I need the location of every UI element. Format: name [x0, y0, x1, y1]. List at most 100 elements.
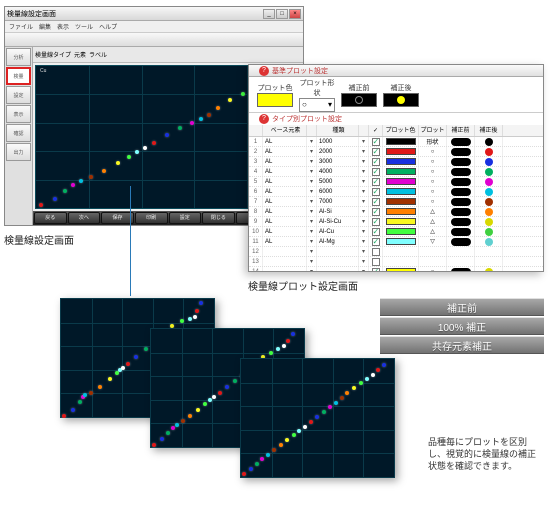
cell-shape[interactable]: △ [419, 217, 447, 226]
chevron-down-icon[interactable]: ▾ [359, 267, 369, 271]
cell-checkbox[interactable] [369, 217, 383, 226]
minimize-button[interactable]: _ [263, 9, 275, 19]
sidebar-item[interactable]: 設定 [6, 86, 31, 104]
chevron-down-icon[interactable]: ▾ [307, 207, 317, 216]
cell-color[interactable] [383, 147, 419, 156]
chevron-down-icon[interactable]: ▾ [307, 147, 317, 156]
maximize-button[interactable]: □ [276, 9, 288, 19]
cell-color[interactable] [383, 217, 419, 226]
cell-checkbox[interactable] [369, 177, 383, 186]
cell-color[interactable] [383, 227, 419, 236]
help-icon[interactable]: ? [259, 114, 269, 124]
cell-color[interactable] [383, 267, 419, 271]
cell-color[interactable] [383, 247, 419, 256]
cell-color[interactable] [383, 187, 419, 196]
chevron-down-icon[interactable]: ▾ [359, 237, 369, 246]
chevron-down-icon[interactable]: ▾ [307, 177, 317, 186]
chevron-down-icon[interactable]: ▾ [359, 217, 369, 226]
chevron-down-icon[interactable]: ▾ [359, 197, 369, 206]
cell-shape[interactable]: △ [419, 227, 447, 236]
action-button[interactable]: 次へ [68, 212, 101, 224]
toolbar-item[interactable]: 検量線タイプ [35, 50, 71, 59]
action-button[interactable]: 印刷 [135, 212, 168, 224]
cell-color[interactable] [383, 177, 419, 186]
cell-shape[interactable]: ○ [419, 137, 447, 146]
cell-checkbox[interactable] [369, 187, 383, 196]
cell-shape[interactable]: ○ [419, 187, 447, 196]
cell-shape[interactable] [419, 247, 447, 256]
chevron-down-icon[interactable]: ▾ [307, 137, 317, 146]
action-button[interactable]: 設定 [169, 212, 202, 224]
chevron-down-icon[interactable]: ▾ [359, 177, 369, 186]
cell-color[interactable] [383, 137, 419, 146]
chevron-down-icon[interactable]: ▾ [359, 227, 369, 236]
cell-color[interactable] [383, 167, 419, 176]
cell-shape[interactable] [419, 257, 447, 266]
chevron-down-icon[interactable]: ▾ [359, 157, 369, 166]
cell-checkbox[interactable] [369, 157, 383, 166]
sidebar-item[interactable]: 表示 [6, 105, 31, 123]
cell-checkbox[interactable] [369, 207, 383, 216]
chevron-down-icon[interactable]: ▾ [359, 257, 369, 266]
toolbar-item[interactable]: ラベル [89, 50, 107, 59]
cell-color[interactable] [383, 197, 419, 206]
chevron-down-icon[interactable]: ▾ [359, 137, 369, 146]
ref-color-swatch[interactable] [257, 93, 293, 107]
chevron-down-icon[interactable]: ▾ [359, 247, 369, 256]
chevron-down-icon[interactable]: ▾ [359, 147, 369, 156]
chevron-down-icon[interactable]: ▾ [307, 267, 317, 271]
chevron-down-icon[interactable]: ▾ [307, 217, 317, 226]
cell-shape[interactable]: ○ [419, 177, 447, 186]
sidebar-item[interactable]: 分析 [6, 48, 31, 66]
sidebar-item[interactable]: 検量 [6, 67, 31, 85]
cell-checkbox[interactable] [369, 197, 383, 206]
chevron-down-icon[interactable]: ▾ [307, 227, 317, 236]
cell-color[interactable] [383, 207, 419, 216]
action-button[interactable]: 閉じる [202, 212, 235, 224]
cell-checkbox[interactable] [369, 167, 383, 176]
chevron-down-icon[interactable]: ▾ [359, 167, 369, 176]
cell-shape[interactable]: ○ [419, 267, 447, 271]
menu-item[interactable]: ツール [75, 22, 93, 31]
chevron-down-icon[interactable]: ▾ [307, 187, 317, 196]
chevron-down-icon[interactable]: ▾ [359, 187, 369, 196]
cell-checkbox[interactable] [369, 257, 383, 266]
action-button[interactable]: 保存 [101, 212, 134, 224]
cell-color[interactable] [383, 157, 419, 166]
chevron-down-icon[interactable]: ▾ [307, 257, 317, 266]
cell-shape[interactable]: ○ [419, 197, 447, 206]
chevron-down-icon[interactable]: ▾ [307, 157, 317, 166]
chevron-down-icon[interactable]: ▾ [307, 167, 317, 176]
cell-shape[interactable]: ○ [419, 147, 447, 156]
cell-shape[interactable]: ○ [419, 167, 447, 176]
menu-item[interactable]: 編集 [39, 22, 51, 31]
cell-checkbox[interactable] [369, 147, 383, 156]
ref-shape-dropdown[interactable]: ○▾ [299, 98, 335, 112]
close-button[interactable]: × [289, 9, 301, 19]
cell-shape[interactable]: △ [419, 207, 447, 216]
toolbar-item[interactable]: 元素 [74, 50, 86, 59]
menu-item[interactable]: 表示 [57, 22, 69, 31]
help-icon[interactable]: ? [259, 66, 269, 76]
sidebar-item[interactable]: 確認 [6, 124, 31, 142]
table-row: 4AL▾4000▾○ [249, 167, 543, 177]
cell-color[interactable] [383, 257, 419, 266]
menu-item[interactable]: ファイル [9, 22, 33, 31]
chevron-down-icon[interactable]: ▾ [307, 237, 317, 246]
sidebar-item[interactable]: 出力 [6, 143, 31, 161]
chevron-down-icon[interactable]: ▾ [307, 247, 317, 256]
cell-checkbox[interactable] [369, 237, 383, 246]
cell-color[interactable] [383, 237, 419, 246]
cell-checkbox[interactable] [369, 227, 383, 236]
cell-checkbox[interactable] [369, 267, 383, 271]
cell-checkbox[interactable] [369, 247, 383, 256]
titlebar: 検量線設定画面 _ □ × [5, 7, 303, 21]
menu-item[interactable]: ヘルプ [99, 22, 117, 31]
chevron-down-icon[interactable]: ▾ [307, 197, 317, 206]
thumb-coexist [240, 358, 395, 478]
cell-checkbox[interactable] [369, 137, 383, 146]
cell-shape[interactable]: ○ [419, 157, 447, 166]
chevron-down-icon[interactable]: ▾ [359, 207, 369, 216]
cell-shape[interactable]: ▽ [419, 237, 447, 246]
action-button[interactable]: 戻る [34, 212, 67, 224]
